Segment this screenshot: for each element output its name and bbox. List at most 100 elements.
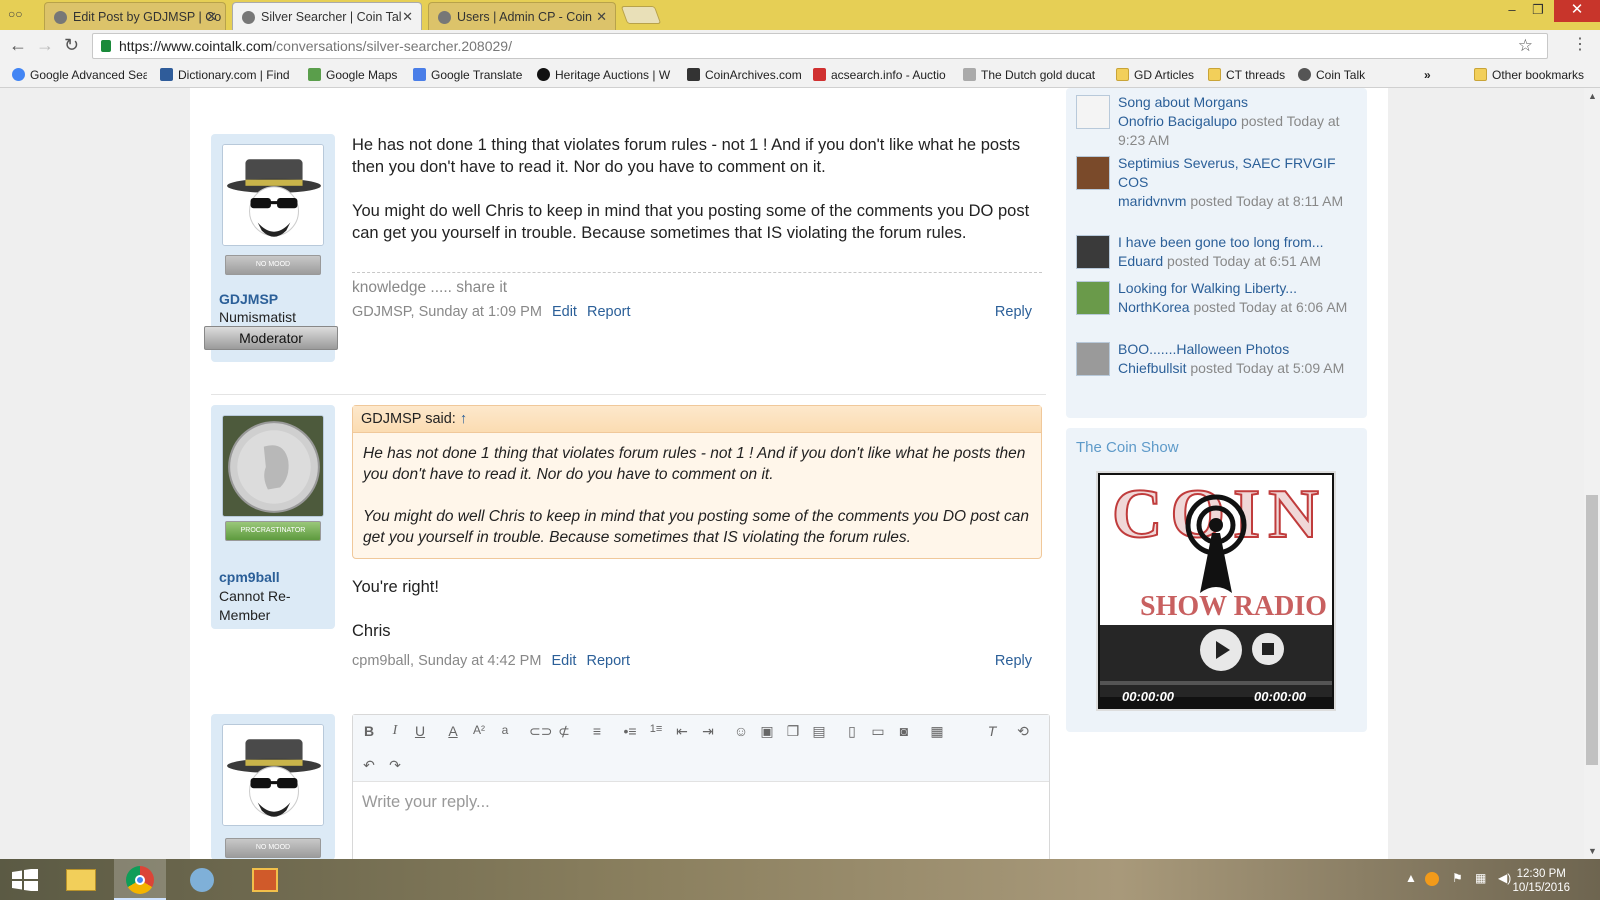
- app-taskbar-button[interactable]: [176, 859, 228, 900]
- remove-format-icon[interactable]: T: [983, 723, 1001, 739]
- back-arrow-icon[interactable]: ←: [9, 35, 27, 56]
- thread-title[interactable]: Song about Morgans: [1118, 94, 1248, 110]
- tray-overflow-icon[interactable]: ▲: [1405, 871, 1417, 885]
- post-author-date[interactable]: cpm9ball, Sunday at 4:42 PM: [352, 653, 541, 669]
- scroll-down-icon[interactable]: ▼: [1588, 846, 1597, 856]
- indent-icon[interactable]: ⇥: [699, 723, 717, 740]
- thread-title[interactable]: Septimius Severus, SAEC FRVGIF COS: [1118, 155, 1336, 190]
- username-link[interactable]: cpm9ball: [219, 569, 280, 585]
- reply-link[interactable]: Reply: [995, 653, 1032, 669]
- image-icon[interactable]: ▣: [758, 723, 776, 740]
- close-tab-icon[interactable]: ✕: [206, 9, 217, 25]
- reply-link[interactable]: Reply: [995, 304, 1032, 320]
- tray-app-icon[interactable]: [1425, 872, 1439, 886]
- file-explorer-button[interactable]: [56, 859, 108, 900]
- undo-icon[interactable]: ↶: [360, 757, 378, 774]
- code-icon[interactable]: ▯: [843, 723, 861, 740]
- outdent-icon[interactable]: ⇤: [673, 723, 691, 740]
- tab-edit-post[interactable]: Edit Post by GDJMSP | Co ✕: [44, 2, 226, 30]
- close-tab-icon[interactable]: ✕: [596, 9, 607, 25]
- save-draft-icon[interactable]: ▦: [928, 723, 946, 740]
- thread-user[interactable]: maridvnvm: [1118, 193, 1186, 209]
- sidebar-item[interactable]: I have been gone too long from... Eduard …: [1076, 233, 1360, 271]
- reload-icon[interactable]: ↻: [64, 35, 79, 56]
- quote-icon[interactable]: ▤: [810, 723, 828, 740]
- thread-title[interactable]: BOO.......Halloween Photos: [1118, 341, 1289, 357]
- redo-icon[interactable]: ↷: [386, 757, 404, 774]
- align-icon[interactable]: ≡: [588, 723, 606, 739]
- reply-input[interactable]: Write your reply...: [362, 793, 490, 812]
- font-family-icon[interactable]: a: [496, 723, 514, 737]
- address-bar[interactable]: https://www.cointalk.com/conversations/s…: [92, 33, 1548, 59]
- volume-icon[interactable]: ◀): [1498, 871, 1511, 885]
- font-size-icon[interactable]: A²: [470, 723, 488, 737]
- sidebar-item[interactable]: Looking for Walking Liberty... NorthKorea…: [1076, 279, 1360, 317]
- quote-jump-arrow-icon[interactable]: ↑: [460, 411, 467, 427]
- bookmark-acsearch[interactable]: acsearch.info - Auctio: [813, 68, 950, 82]
- chrome-taskbar-button[interactable]: [114, 859, 166, 900]
- avatar[interactable]: [222, 144, 324, 246]
- thread-user[interactable]: Chiefbullsit: [1118, 360, 1186, 376]
- smilie-icon[interactable]: ☺: [732, 723, 750, 739]
- post-author-date[interactable]: GDJMSP, Sunday at 1:09 PM: [352, 304, 542, 320]
- edit-link[interactable]: Edit: [552, 304, 577, 320]
- bold-icon[interactable]: B: [360, 723, 378, 739]
- username-link[interactable]: GDJMSP: [219, 291, 278, 307]
- play-button[interactable]: [1200, 629, 1242, 671]
- bookmark-google-maps[interactable]: Google Maps: [308, 68, 397, 82]
- bookmark-google-translate[interactable]: Google Translate: [413, 68, 522, 82]
- edit-link[interactable]: Edit: [551, 653, 576, 669]
- network-icon[interactable]: ▦: [1475, 871, 1486, 885]
- forward-arrow-icon[interactable]: →: [36, 35, 54, 56]
- bullet-list-icon[interactable]: •≡: [621, 723, 639, 739]
- thread-user[interactable]: Eduard: [1118, 253, 1163, 269]
- thread-user[interactable]: Onofrio Bacigalupo: [1118, 113, 1237, 129]
- paint-taskbar-button[interactable]: [238, 859, 290, 900]
- tab-silver-searcher[interactable]: Silver Searcher | Coin Tal ✕: [232, 2, 422, 30]
- bookmark-other-bookmarks[interactable]: Other bookmarks: [1474, 68, 1584, 82]
- system-clock[interactable]: 12:30 PM 10/15/2016: [1512, 867, 1570, 895]
- bookmark-star-icon[interactable]: ☆: [1518, 34, 1533, 58]
- bookmark-dictionary[interactable]: Dictionary.com | Find: [160, 68, 293, 82]
- link-icon[interactable]: ⊂⊃: [529, 723, 552, 740]
- close-tab-icon[interactable]: ✕: [402, 9, 413, 25]
- restore-icon[interactable]: ❐: [1523, 0, 1553, 22]
- sidebar-item[interactable]: Septimius Severus, SAEC FRVGIF COS maridv…: [1076, 154, 1360, 211]
- avatar[interactable]: [222, 415, 324, 517]
- toggle-bbcode-icon[interactable]: ⟲: [1014, 723, 1032, 740]
- page-scrollbar[interactable]: ▲ ▼: [1584, 88, 1600, 859]
- new-tab-button[interactable]: [620, 6, 662, 24]
- bookmark-coinarchives[interactable]: CoinArchives.com: [687, 68, 802, 82]
- bookmark-heritage[interactable]: Heritage Auctions | W: [537, 68, 673, 82]
- bookmark-dutch-ducat[interactable]: The Dutch gold ducat: [963, 68, 1100, 82]
- sidebar-item[interactable]: BOO.......Halloween Photos Chiefbullsit p…: [1076, 340, 1360, 378]
- report-link[interactable]: Report: [586, 653, 630, 669]
- italic-icon[interactable]: I: [386, 723, 404, 739]
- report-link[interactable]: Report: [587, 304, 631, 320]
- bookmark-coin-talk[interactable]: Coin Talk: [1298, 68, 1365, 82]
- bookmark-ct-threads[interactable]: CT threads: [1208, 68, 1285, 82]
- thread-title[interactable]: I have been gone too long from...: [1118, 234, 1323, 250]
- progress-track[interactable]: [1100, 681, 1332, 685]
- scroll-up-icon[interactable]: ▲: [1588, 91, 1597, 101]
- underline-icon[interactable]: U: [411, 723, 429, 739]
- flag-icon[interactable]: ⚑: [1452, 871, 1463, 885]
- thread-user[interactable]: NorthKorea: [1118, 299, 1190, 315]
- spoiler-icon[interactable]: ▭: [869, 723, 887, 740]
- thread-title[interactable]: Looking for Walking Liberty...: [1118, 280, 1297, 296]
- scrollbar-thumb[interactable]: [1586, 495, 1598, 765]
- numbered-list-icon[interactable]: 1≡: [647, 723, 665, 735]
- sidebar-item[interactable]: Song about Morgans Onofrio Bacigalupo pos…: [1076, 93, 1360, 150]
- font-color-icon[interactable]: A: [444, 723, 462, 739]
- bookmark-google-advanced[interactable]: Google Advanced Sea: [12, 68, 147, 82]
- tab-users-admin[interactable]: Users | Admin CP - Coin ✕: [428, 2, 616, 30]
- media-icon[interactable]: ❐: [784, 723, 802, 740]
- window-close-icon[interactable]: ✕: [1554, 0, 1600, 22]
- stop-button[interactable]: [1252, 633, 1284, 665]
- start-button[interactable]: [0, 859, 52, 900]
- bookmark-gd-articles[interactable]: GD Articles: [1116, 68, 1194, 82]
- unlink-icon[interactable]: ⊄: [555, 723, 573, 740]
- avatar[interactable]: [222, 724, 324, 826]
- bookmarks-overflow-button[interactable]: »: [1424, 68, 1431, 82]
- camera-icon[interactable]: ◙: [895, 723, 913, 739]
